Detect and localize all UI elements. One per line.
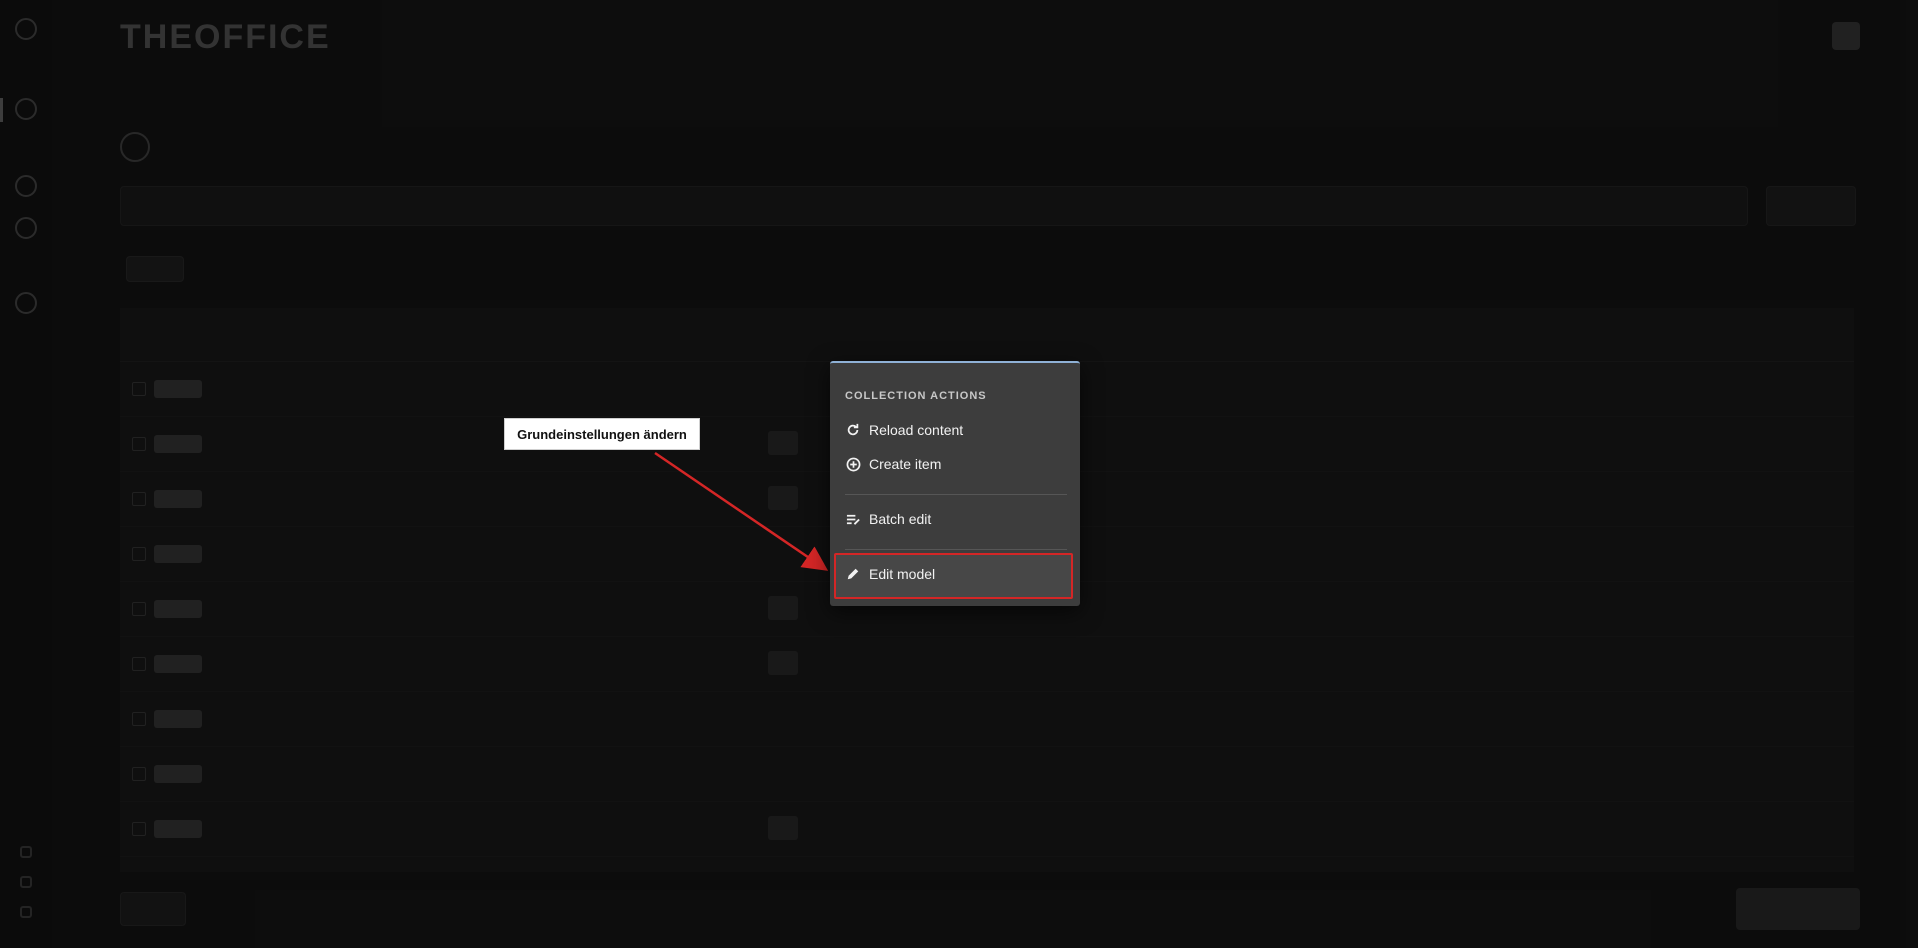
create-item-label: Create item [869, 456, 942, 472]
batch-edit-icon [845, 511, 861, 527]
reload-icon [845, 422, 861, 438]
menu-divider [845, 549, 1067, 550]
menu-divider [845, 494, 1067, 495]
batch-edit-label: Batch edit [869, 511, 932, 527]
create-item-item[interactable]: Create item [845, 451, 1067, 477]
annotation-callout: Grundeinstellungen ändern [504, 418, 700, 450]
reload-content-item[interactable]: Reload content [845, 417, 1067, 443]
plus-circle-icon [845, 456, 861, 472]
collection-actions-menu: COLLECTION ACTIONS Reload content Create… [830, 361, 1080, 606]
edit-model-label: Edit model [869, 566, 936, 582]
batch-edit-item[interactable]: Batch edit [845, 506, 1067, 532]
edit-model-item[interactable]: Edit model [845, 561, 1067, 587]
menu-heading: COLLECTION ACTIONS [845, 390, 987, 402]
reload-content-label: Reload content [869, 422, 964, 438]
pencil-icon [845, 566, 861, 582]
